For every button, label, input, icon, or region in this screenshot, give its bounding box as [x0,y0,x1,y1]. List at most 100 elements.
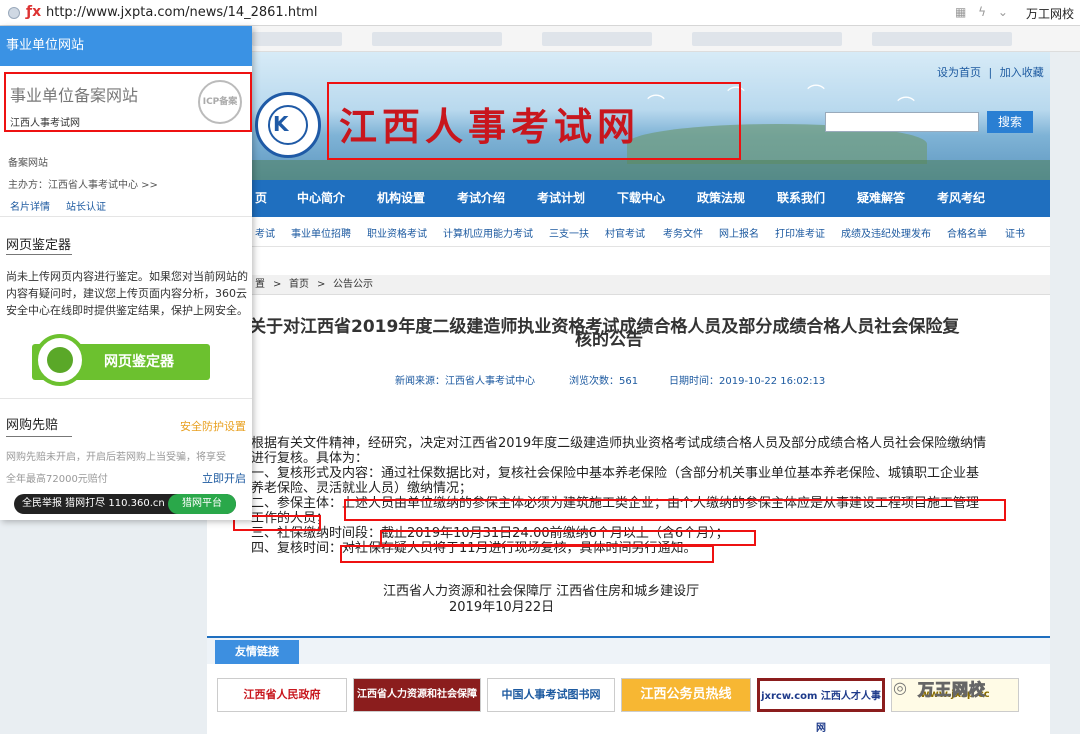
title-highlight-box: 江西人事考试网 [327,82,741,160]
identify-section-title: 网页鉴定器 [6,238,72,253]
subnav-item[interactable]: 合格名单 [947,225,987,240]
bird-icon: ⌒ [807,84,825,105]
publish-date: 日期时间：2019-10-22 16:02:13 [669,376,826,387]
identify-description: 尚未上传网页内容进行鉴定。如果您对当前网站的内容有疑问时，建议您上传页面内容分析… [6,270,248,317]
highlight-box [380,530,756,546]
subnav-item[interactable]: 打印准考证 [775,225,825,240]
blurred-bookmark[interactable] [692,32,842,46]
search-button[interactable]: 搜索 [987,111,1033,133]
registration-site-name: 江西人事考试网 [10,118,80,129]
shop-compensation: 全年最高72000元赔付 [6,474,108,485]
card-details-link[interactable]: 名片详情 [10,198,50,213]
breadcrumb-current[interactable]: 公告公示 [333,275,373,295]
wechat-watermark-icon: ◎ [893,678,907,697]
blurred-bookmark[interactable] [252,32,342,46]
subnav-item[interactable]: 成绩及违纪处理发布 [841,225,931,240]
subnav-item[interactable]: 网上报名 [719,225,759,240]
body-line: 养老保险、灵活就业人员）缴纳情况； [251,481,473,496]
logo-mark-icon: K [273,112,289,136]
blurred-bookmark[interactable] [872,32,1012,46]
subnav-item[interactable]: 事业单位招聘 [291,225,351,240]
article-title: 关于对江西省2019年度二级建造师执业资格考试成绩合格人员及部分成绩合格人员社会… [249,319,1009,349]
body-line: 进行复核。具体为： [251,451,369,466]
highlight-box [340,545,714,563]
bookmarks-bar: 微信 [252,26,1080,52]
body-line: 一、复核形式及内容：通过社保数据比对，复核社会保险中基本养老保险（含部分机关事业… [251,466,980,481]
registration-box: 事业单位备案网站 江西人事考试网 ICP备案 [4,72,252,132]
nav-item[interactable]: 中心简介 [297,180,345,217]
subnav-item[interactable]: 证书 [1005,225,1025,240]
blurred-bookmark[interactable] [542,32,652,46]
url-field[interactable]: http://www.jxpta.com/news/14_2861.html [46,5,317,20]
nav-item[interactable]: 下载中心 [617,180,665,217]
security-shield-icon[interactable] [8,7,20,19]
identify-core [47,347,73,373]
body-line: 根据有关文件精神，经研究，决定对江西省2019年度二级建造师执业资格考试成绩合格… [251,436,987,451]
search-input[interactable] [825,112,979,132]
breadcrumb-item: 置 [255,279,265,290]
panel-header: 事业单位网站 [0,26,252,66]
watermark: 万王网校 [917,680,987,700]
partner-logo[interactable]: jxrcw.com 江西人才人事网 [757,678,885,734]
section-underline [6,254,72,255]
news-source: 新闻来源：江西省人事考试中心 [395,376,535,387]
set-homepage-link[interactable]: 设为首页 [937,66,981,79]
site-banner: ⌒ ⌒ ⌒ ⌒ K 江西人事考试网 设为首页 | 加入收藏 搜索 [207,52,1050,180]
partner-logo[interactable]: 江西省人力资源和社会保障厅 [353,678,481,732]
nav-item[interactable]: 考试计划 [537,180,585,217]
icp-seal-icon: ICP备案 [198,80,242,124]
site-logo[interactable]: K [255,92,321,158]
friend-links-label: 友情链接 [215,640,299,664]
partner-logo[interactable]: 中国人事考试图书网 [487,678,615,712]
breadcrumb-separator: > [317,279,326,290]
nav-item[interactable]: 考试介绍 [457,180,505,217]
add-favorite-link[interactable]: 加入收藏 [1000,66,1044,79]
subnav-item[interactable]: 考务文件 [663,225,703,240]
blurred-bookmark[interactable] [372,32,502,46]
site-title: 江西人事考试网 [339,104,641,149]
panel-divider [0,216,252,217]
shop-section-title: 网购先赔 [6,418,59,433]
subnav-item[interactable]: 职业资格考试 [367,225,427,240]
sub-nav: 考试 事业单位招聘 职业资格考试 计算机应用能力考试 三支一扶 村官考试 考务文… [207,217,1050,247]
sign-date: 2019年10月22日 [449,600,555,615]
view-count: 浏览次数：561 [569,376,639,387]
nav-item[interactable]: 页 [255,180,267,217]
report-platform-tag[interactable]: 猎网平台 [168,494,236,514]
breadcrumb-home[interactable]: 首页 [289,275,309,295]
partner-logo[interactable]: 江西公务员热线 [621,678,751,712]
nav-item[interactable]: 机构设置 [377,180,425,217]
toolbar-icons[interactable]: ▦ ϟ ⌄ [955,5,1012,19]
security-settings-link[interactable]: 安全防护设置 [180,418,246,434]
nav-item[interactable]: 疑难解答 [857,180,905,217]
breadcrumb-separator: > [273,279,282,290]
main-nav: 页 中心简介 机构设置 考试介绍 考试计划 下载中心 政策法规 联系我们 疑难解… [207,180,1050,217]
browser-brand: 万工网校 [1026,7,1075,21]
partner-logo[interactable]: 江西省人民政府 [217,678,347,712]
nav-item[interactable]: 联系我们 [777,180,825,217]
subnav-item[interactable]: 考试 [255,225,275,240]
subnav-item[interactable]: 三支一扶 [549,225,589,240]
top-links: 设为首页 | 加入收藏 [935,64,1046,80]
panel-divider [0,398,252,399]
nav-item[interactable]: 考风考纪 [937,180,985,217]
owner-verify-link[interactable]: 站长认证 [66,198,106,213]
shop-description: 网购先赔未开启，开启后若网购上当受骗，将享受 [6,452,226,463]
friend-links-bar: 友情链接 [207,636,1050,664]
section-underline [6,436,72,437]
subnav-item[interactable]: 计算机应用能力考试 [443,225,533,240]
address-bar: ƒx http://www.jxpta.com/news/14_2861.htm… [0,0,1080,26]
top-links-separator: | [988,66,993,79]
subnav-item[interactable]: 村官考试 [605,225,645,240]
nav-item[interactable]: 政策法规 [697,180,745,217]
record-label: 备案网站 [8,158,48,169]
highlight-box [344,499,1006,521]
identify-shield-icon [34,334,86,386]
sponsor-line[interactable]: 主办方：江西省人事考试中心 >> [8,176,158,191]
unsafe-x-icon: ƒx [26,4,42,20]
security-side-panel: 事业单位网站 事业单位备案网站 江西人事考试网 ICP备案 备案网站 主办方：江… [0,26,252,520]
enable-now-link[interactable]: 立即开启 [202,470,246,486]
banner-land [207,160,1050,180]
registration-title: 事业单位备案网站 [10,86,139,105]
web-page: ⌒ ⌒ ⌒ ⌒ K 江西人事考试网 设为首页 | 加入收藏 搜索 页 中心简介 … [207,52,1050,734]
